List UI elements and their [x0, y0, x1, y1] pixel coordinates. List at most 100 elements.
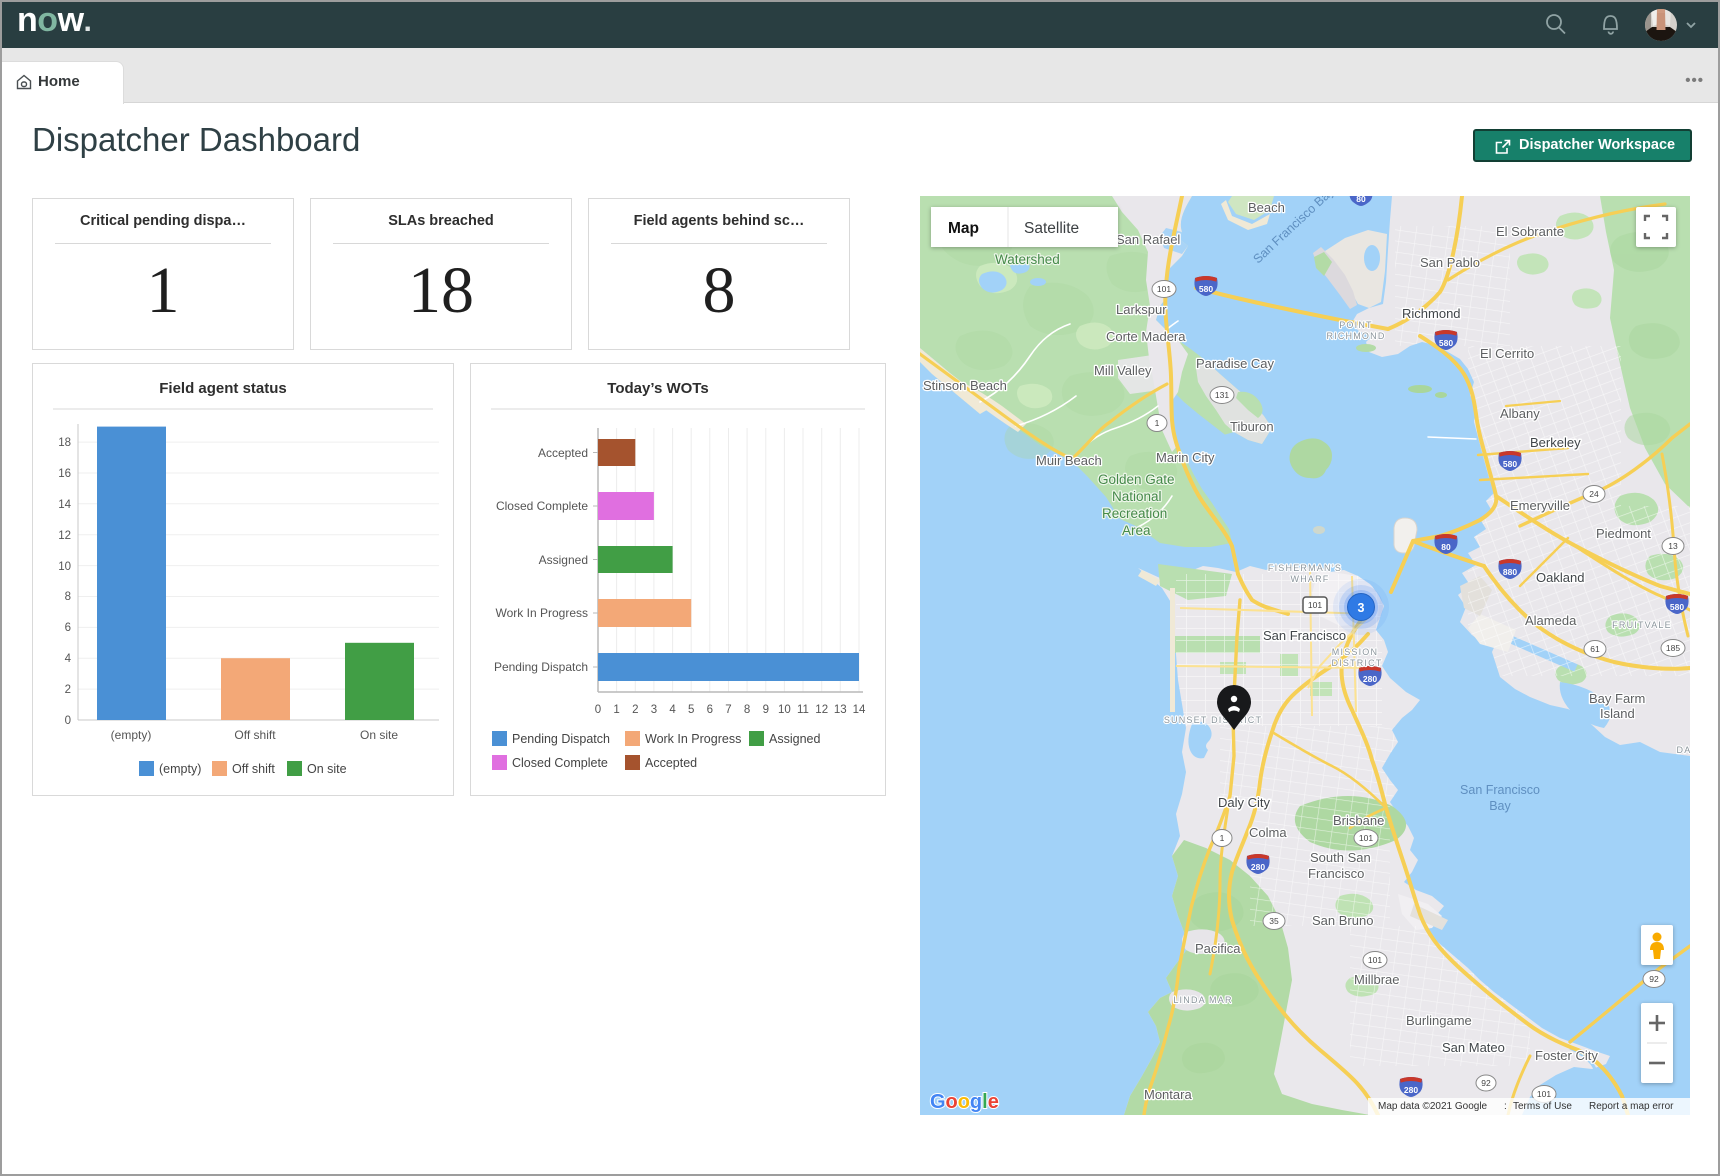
svg-text:92: 92 [1649, 974, 1659, 984]
svg-text:G: G [930, 1091, 946, 1113]
svg-text:1: 1 [1155, 418, 1160, 428]
svg-text:4: 4 [65, 653, 72, 665]
svg-text:WHARF: WHARF [1291, 574, 1330, 584]
svg-text:Report a map error: Report a map error [1589, 1101, 1674, 1112]
svg-text:FRUITVALE: FRUITVALE [1612, 620, 1672, 630]
svg-text:Closed Complete: Closed Complete [512, 756, 608, 770]
svg-text:Piedmont: Piedmont [1596, 526, 1651, 541]
svg-text:Area: Area [1122, 523, 1151, 538]
svg-text:10: 10 [58, 561, 71, 573]
svg-text:DISTRICT: DISTRICT [1331, 658, 1382, 668]
svg-text:Daly City: Daly City [1218, 795, 1271, 810]
svg-text:61: 61 [1590, 644, 1600, 654]
svg-text:101: 101 [1308, 600, 1322, 610]
svg-text:Oakland: Oakland [1536, 570, 1584, 585]
svg-text:Recreation: Recreation [1102, 506, 1167, 521]
svg-text:Brisbane: Brisbane [1333, 813, 1384, 828]
svg-text:1: 1 [613, 704, 619, 716]
svg-text:Beach: Beach [1248, 200, 1285, 215]
svg-text:Assigned: Assigned [769, 732, 820, 746]
svg-text:Marin City: Marin City [1156, 450, 1215, 465]
svg-text::: : [1504, 1101, 1507, 1112]
svg-text:Satellite: Satellite [1024, 220, 1079, 237]
svg-text:Pending Dispatch: Pending Dispatch [494, 660, 588, 674]
svg-text:Accepted: Accepted [645, 756, 697, 770]
svg-text:Assigned: Assigned [539, 553, 588, 567]
svg-text:13: 13 [1668, 541, 1678, 551]
svg-text:Muir Beach: Muir Beach [1036, 453, 1102, 468]
svg-text:POINT: POINT [1339, 320, 1373, 330]
svg-text:El Cerrito: El Cerrito [1480, 346, 1534, 361]
svg-text:On site: On site [307, 762, 347, 776]
svg-text:Bay: Bay [1489, 799, 1511, 813]
svg-text:Bay Farm: Bay Farm [1589, 691, 1645, 706]
svg-text:Tiburon: Tiburon [1230, 419, 1274, 434]
svg-text:80: 80 [1356, 196, 1366, 204]
svg-text:2: 2 [65, 684, 71, 696]
svg-text:Mill Valley: Mill Valley [1094, 363, 1152, 378]
svg-text:101: 101 [1537, 1089, 1551, 1099]
svg-text:0: 0 [595, 704, 601, 716]
svg-text:2: 2 [632, 704, 638, 716]
svg-text:Millbrae: Millbrae [1354, 972, 1400, 987]
svg-text:4: 4 [669, 704, 676, 716]
svg-text:DA: DA [1677, 745, 1690, 755]
svg-text:12: 12 [815, 704, 828, 716]
svg-text:Berkeley: Berkeley [1530, 435, 1581, 450]
svg-text:9: 9 [763, 704, 769, 716]
svg-text:14: 14 [58, 499, 71, 511]
svg-text:San Pablo: San Pablo [1420, 255, 1480, 270]
svg-text:80: 80 [1441, 542, 1451, 552]
svg-text:18: 18 [58, 437, 71, 449]
svg-text:7: 7 [725, 704, 731, 716]
svg-text:3: 3 [651, 704, 657, 716]
svg-text:Work In Progress: Work In Progress [645, 732, 741, 746]
svg-text:101: 101 [1368, 955, 1382, 965]
svg-text:580: 580 [1503, 459, 1517, 469]
svg-text:San Francisco: San Francisco [1460, 783, 1540, 797]
svg-text:Emeryville: Emeryville [1510, 498, 1570, 513]
svg-text:Foster City: Foster City [1535, 1048, 1598, 1063]
svg-text:RICHMOND: RICHMOND [1326, 331, 1385, 341]
svg-text:Montara: Montara [1144, 1087, 1192, 1102]
svg-text:Terms of Use: Terms of Use [1513, 1101, 1572, 1112]
svg-text:580: 580 [1199, 284, 1213, 294]
svg-text:Accepted: Accepted [538, 446, 588, 460]
svg-text:35: 35 [1269, 916, 1279, 926]
svg-text:Paradise Cay: Paradise Cay [1196, 356, 1275, 371]
svg-text:FISHERMAN’S: FISHERMAN’S [1268, 563, 1342, 573]
svg-text:Larkspur: Larkspur [1116, 302, 1167, 317]
svg-text:14: 14 [853, 704, 866, 716]
svg-text:280: 280 [1363, 674, 1377, 684]
svg-text:Work In Progress: Work In Progress [496, 606, 588, 620]
svg-text:3: 3 [1358, 601, 1365, 615]
svg-text:880: 880 [1503, 567, 1517, 577]
svg-text:6: 6 [707, 704, 713, 716]
svg-text:g: g [970, 1091, 982, 1113]
svg-text:(empty): (empty) [159, 762, 201, 776]
svg-text:Map data ©2021 Google: Map data ©2021 Google [1378, 1101, 1488, 1112]
svg-text:185: 185 [1666, 643, 1680, 653]
svg-text:LINDA MAR: LINDA MAR [1173, 995, 1232, 1005]
svg-text:Albany: Albany [1500, 406, 1540, 421]
svg-text:Off shift: Off shift [232, 762, 275, 776]
svg-text:Watershed: Watershed [995, 252, 1060, 267]
svg-text:16: 16 [58, 468, 71, 480]
svg-text:6: 6 [65, 622, 71, 634]
svg-text:Colma: Colma [1249, 825, 1287, 840]
svg-text:0: 0 [65, 715, 71, 727]
svg-text:Map: Map [948, 220, 979, 237]
svg-text:San Rafael: San Rafael [1116, 232, 1180, 247]
svg-text:Golden Gate: Golden Gate [1098, 472, 1175, 487]
svg-text:8: 8 [65, 591, 71, 603]
svg-text:24: 24 [1589, 489, 1599, 499]
svg-text:101: 101 [1359, 833, 1373, 843]
svg-text:580: 580 [1670, 602, 1684, 612]
svg-text:e: e [988, 1091, 999, 1113]
svg-text:Alameda: Alameda [1525, 613, 1577, 628]
svg-text:Pending Dispatch: Pending Dispatch [512, 732, 610, 746]
svg-text:1: 1 [1220, 833, 1225, 843]
svg-text:8: 8 [744, 704, 750, 716]
svg-text:13: 13 [834, 704, 847, 716]
svg-text:Closed Complete: Closed Complete [496, 499, 588, 513]
